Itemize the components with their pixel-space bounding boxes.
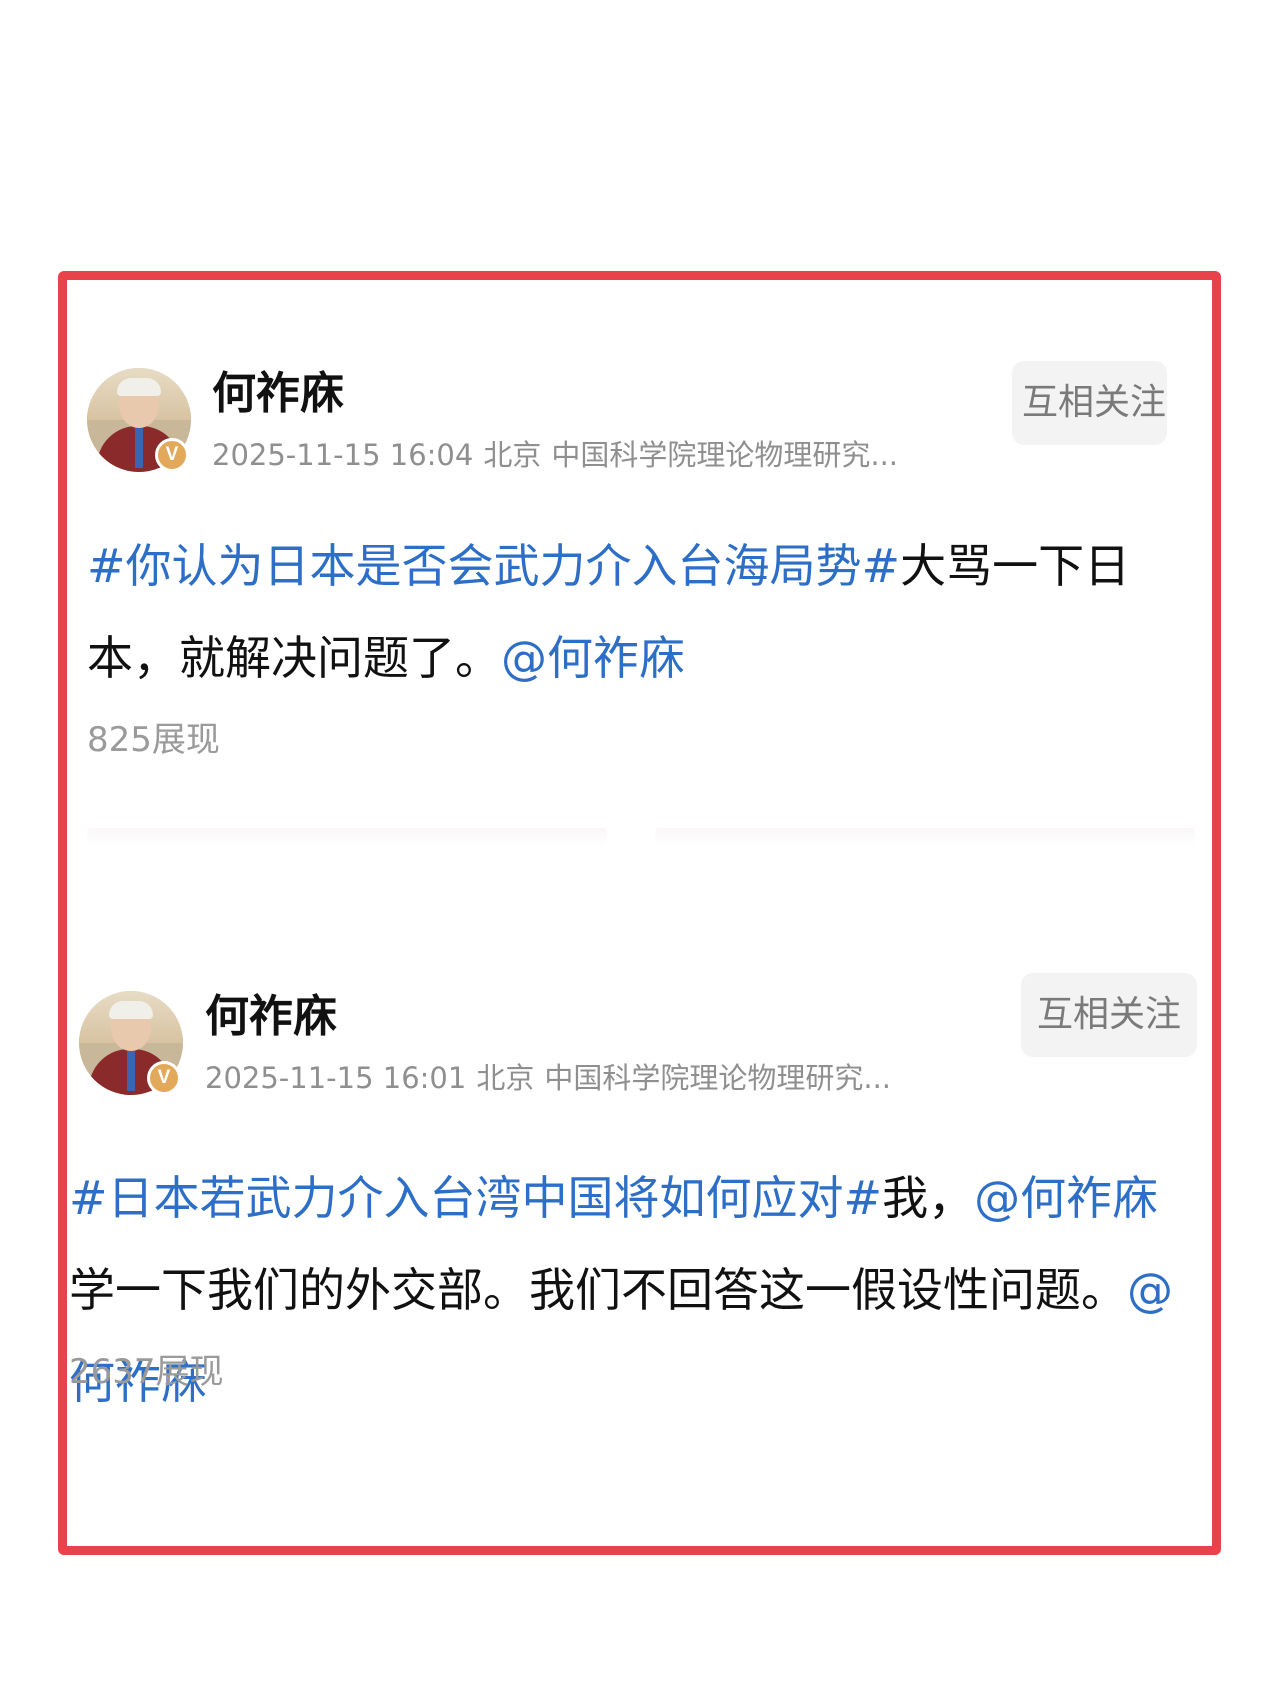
hashtag-link[interactable]: #你认为日本是否会武力介入台海局势# [87,539,900,593]
view-count: 2637展现 [69,1352,224,1392]
avatar-lanyard [135,428,143,468]
post-location: 北京 [476,1061,535,1095]
action-bar-placeholder [87,828,607,848]
user-name[interactable]: 何祚庥 [212,368,344,420]
post-datetime: 2025-11-15 16:01 [205,1061,467,1095]
verified-v-icon: V [147,1061,181,1095]
mutual-follow-button[interactable]: 互相关注 [1021,973,1197,1057]
user-organization: 中国科学院理论物理研究... [544,1061,891,1095]
user-name[interactable]: 何祚庥 [205,991,337,1043]
post-location: 北京 [483,438,542,472]
verified-v-icon: V [155,438,189,472]
mention-link[interactable]: @何祚庥 [974,1171,1158,1225]
post-datetime: 2025-11-15 16:04 [212,438,474,472]
mutual-follow-button[interactable]: 互相关注 [1012,361,1167,445]
hashtag-link[interactable]: #日本若武力介入台湾中国将如何应对# [69,1171,882,1225]
user-organization: 中国科学院理论物理研究... [551,438,898,472]
view-count: 825展现 [87,720,220,760]
post-text-plain: 我， [882,1171,975,1225]
action-bar-placeholder [655,828,1195,848]
post-text: #你认为日本是否会武力介入台海局势#大骂一下日本，就解决问题了。@何祚庥 [87,520,1167,704]
post-meta: 2025-11-15 16:04 北京 中国科学院理论物理研究... [212,437,972,473]
post-text: #日本若武力介入台湾中国将如何应对#我，@何祚庥 学一下我们的外交部。我们不回答… [69,1152,1199,1428]
post-text-plain: 学一下我们的外交部。我们不回答这一假设性问题。 [69,1263,1127,1317]
post-meta: 2025-11-15 16:01 北京 中国科学院理论物理研究... [205,1060,965,1096]
avatar-hair [109,1001,153,1019]
mention-link[interactable]: @何祚庥 [501,631,685,685]
avatar-hair [117,378,161,396]
avatar-lanyard [127,1051,135,1091]
highlight-frame: V 何祚庥 2025-11-15 16:04 北京 中国科学院理论物理研究... 互… [58,271,1221,1555]
